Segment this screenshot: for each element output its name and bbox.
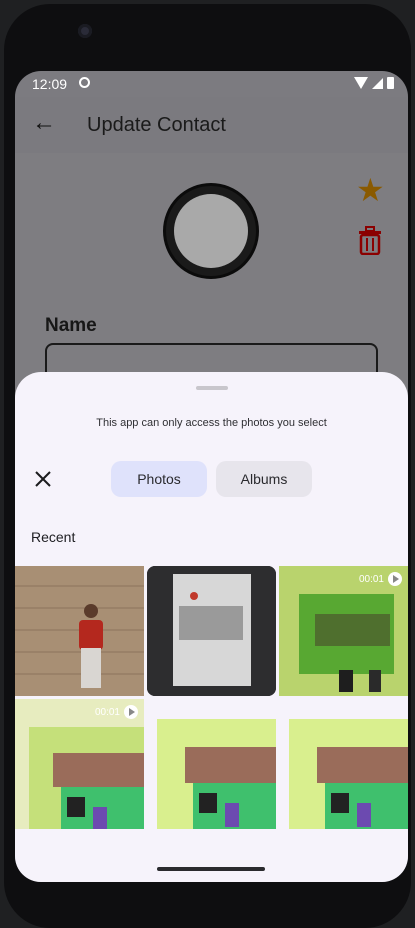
- front-camera: [78, 24, 92, 38]
- drag-handle[interactable]: [196, 386, 228, 390]
- pixel-art-house: [279, 699, 408, 829]
- photo-thumbnail[interactable]: [279, 699, 408, 829]
- photo-person: [15, 566, 144, 696]
- picker-tabs: Photos Albums: [111, 461, 312, 497]
- status-icons: [354, 77, 394, 89]
- app-bar: ← Update Contact: [15, 97, 408, 153]
- contact-avatar[interactable]: [163, 183, 259, 279]
- play-icon: [388, 572, 402, 586]
- notification-icon: [79, 77, 90, 88]
- video-thumbnail[interactable]: 00:01: [15, 699, 144, 829]
- play-icon: [124, 705, 138, 719]
- status-bar: 12:09: [15, 71, 408, 97]
- trash-icon[interactable]: [356, 225, 384, 255]
- photo-nike-poster: [147, 566, 276, 696]
- avatar-image: [174, 194, 248, 268]
- battery-icon: [387, 77, 394, 89]
- video-duration: 00:01: [94, 706, 120, 718]
- signal-icon: [372, 77, 383, 89]
- wifi-icon: [354, 77, 368, 89]
- device-frame: 12:09 ← Update Contact ★ Name This app c…: [0, 0, 415, 928]
- screen: 12:09 ← Update Contact ★ Name This app c…: [15, 71, 408, 882]
- photo-picker-sheet: This app can only access the photos you …: [15, 372, 408, 882]
- video-badge: 00:01: [95, 705, 138, 719]
- photo-thumbnail[interactable]: [147, 566, 276, 696]
- photo-grid: 00:01 00:01: [15, 566, 408, 830]
- tab-photos[interactable]: Photos: [111, 461, 207, 497]
- status-time: 12:09: [32, 76, 68, 92]
- arrow-back-icon[interactable]: ←: [32, 111, 56, 135]
- star-icon[interactable]: ★: [356, 171, 385, 209]
- close-icon[interactable]: [32, 468, 54, 490]
- section-recent: Recent: [31, 529, 76, 545]
- name-label: Name: [45, 315, 97, 336]
- page-title: Update Contact: [87, 114, 226, 136]
- access-notice: This app can only access the photos you …: [96, 417, 327, 429]
- gesture-nav-bar[interactable]: [157, 867, 265, 871]
- pixel-art-house: [147, 699, 276, 829]
- video-thumbnail[interactable]: 00:01: [279, 566, 408, 696]
- video-badge: 00:01: [359, 572, 402, 586]
- tab-albums[interactable]: Albums: [216, 461, 312, 497]
- video-duration: 00:01: [358, 573, 384, 585]
- photo-thumbnail[interactable]: [147, 699, 276, 829]
- photo-thumbnail[interactable]: [15, 566, 144, 696]
